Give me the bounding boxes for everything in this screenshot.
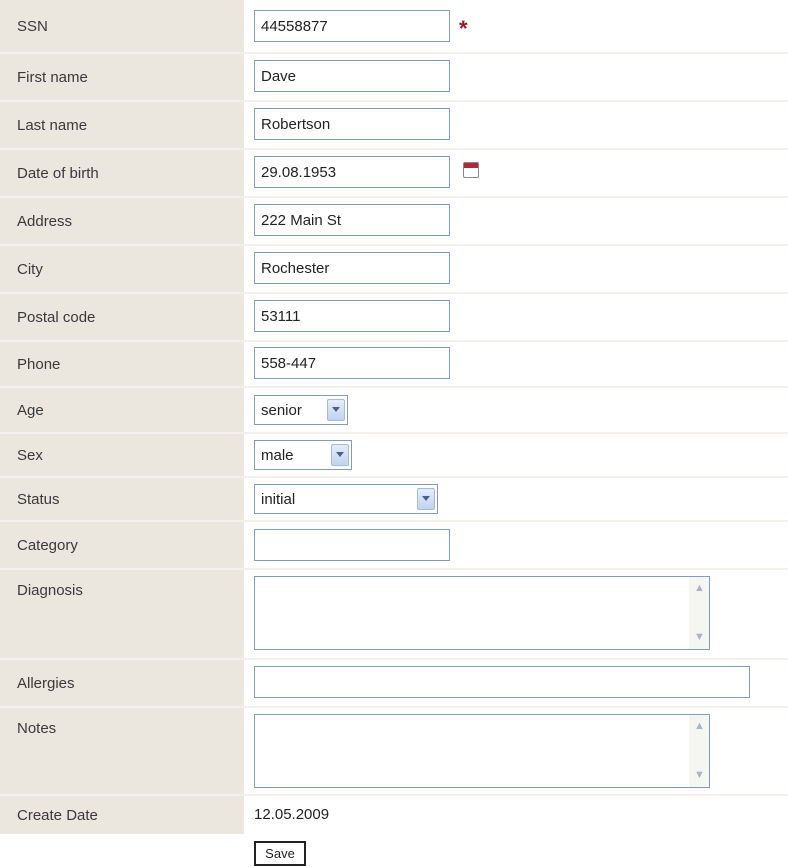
row-create-date: Create Date 12.05.2009 [0,796,788,834]
last-name-input[interactable] [254,108,450,140]
city-label: City [0,246,244,292]
row-date-of-birth: Date of birth [0,150,788,196]
scroll-up-icon[interactable]: ▲ [691,718,708,735]
first-name-label: First name [0,54,244,100]
create-date-value: 12.05.2009 [254,806,330,823]
ssn-input[interactable] [254,10,450,42]
address-input[interactable] [254,204,450,236]
scrollbar[interactable]: ▲ ▼ [689,715,709,787]
notes-textarea[interactable]: ▲ ▼ [254,714,710,788]
row-last-name: Last name [0,102,788,148]
row-category: Category [0,522,788,568]
category-label: Category [0,522,244,568]
diagnosis-label: Diagnosis [0,570,244,658]
postal-code-input[interactable] [254,300,450,332]
first-name-input[interactable] [254,60,450,92]
notes-label: Notes [0,708,244,794]
row-status: Status initial [0,478,788,520]
scroll-up-icon[interactable]: ▲ [691,580,708,597]
ssn-label: SSN [0,0,244,52]
calendar-icon[interactable] [463,162,479,178]
age-select[interactable]: senior [254,395,348,425]
phone-label: Phone [0,342,244,386]
row-city: City [0,246,788,292]
chevron-down-icon[interactable] [327,399,345,421]
city-input[interactable] [254,252,450,284]
row-address: Address [0,198,788,244]
row-notes: Notes ▲ ▼ [0,708,788,794]
date-of-birth-label: Date of birth [0,150,244,196]
row-age: Age senior [0,388,788,432]
postal-code-label: Postal code [0,294,244,340]
status-select[interactable]: initial [254,484,438,514]
required-asterisk: * [459,16,468,41]
row-sex: Sex male [0,434,788,476]
status-label: Status [0,478,244,520]
category-input[interactable] [254,529,450,561]
date-of-birth-input[interactable] [254,156,450,188]
diagnosis-textarea[interactable]: ▲ ▼ [254,576,710,650]
row-diagnosis: Diagnosis ▲ ▼ [0,570,788,658]
status-selected-value: initial [261,491,296,508]
address-label: Address [0,198,244,244]
scroll-down-icon[interactable]: ▼ [691,767,708,784]
sex-label: Sex [0,434,244,476]
allergies-label: Allergies [0,660,244,706]
scroll-down-icon[interactable]: ▼ [691,629,708,646]
chevron-down-icon[interactable] [417,488,435,510]
age-label: Age [0,388,244,432]
chevron-down-icon[interactable] [331,444,349,466]
allergies-input[interactable] [254,666,750,698]
age-selected-value: senior [261,402,302,419]
sex-selected-value: male [261,447,294,464]
phone-input[interactable] [254,347,450,379]
scrollbar[interactable]: ▲ ▼ [689,577,709,649]
row-phone: Phone [0,342,788,386]
row-postal-code: Postal code [0,294,788,340]
sex-select[interactable]: male [254,440,352,470]
save-button[interactable]: Save [254,841,306,866]
last-name-label: Last name [0,102,244,148]
row-first-name: First name [0,54,788,100]
row-ssn: SSN * [0,0,788,52]
create-date-label: Create Date [0,796,244,834]
row-allergies: Allergies [0,660,788,706]
